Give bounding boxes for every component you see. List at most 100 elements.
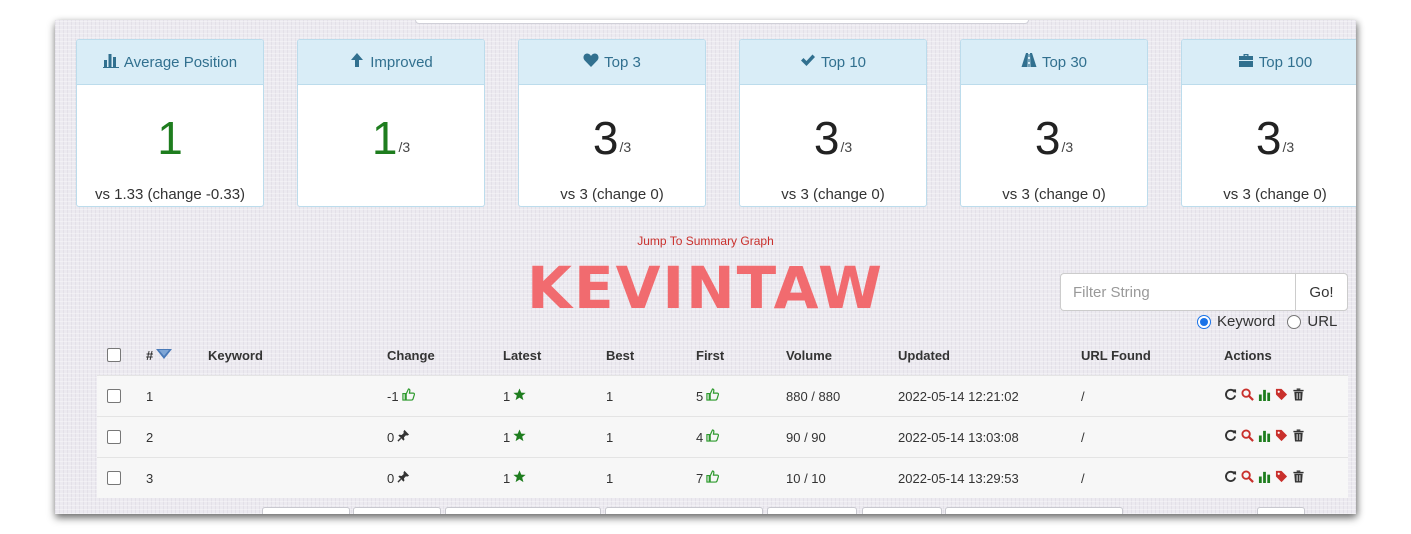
search-icon[interactable]	[1241, 429, 1254, 445]
refresh-icon[interactable]	[1224, 470, 1237, 486]
row-checkbox[interactable]	[107, 430, 121, 444]
card-improved: Improved 1 /3	[297, 39, 485, 207]
star-icon	[513, 470, 526, 486]
card-denominator: /3	[1061, 139, 1074, 155]
row-checkbox[interactable]	[107, 389, 121, 403]
stats-icon[interactable]	[1258, 470, 1271, 486]
bottom-control[interactable]	[767, 507, 857, 514]
trash-icon[interactable]	[1292, 429, 1305, 445]
card-value: 3	[1034, 112, 1061, 164]
pin-icon	[397, 470, 410, 486]
radio-unselected[interactable]	[1287, 314, 1302, 329]
radio-selected[interactable]	[1197, 314, 1211, 329]
card-title: Top 100	[1258, 53, 1313, 71]
briefcase-icon	[1238, 52, 1254, 72]
card-value: 1	[157, 112, 183, 164]
bottom-control[interactable]	[605, 507, 763, 514]
refresh-icon[interactable]	[1224, 388, 1237, 404]
filter-input[interactable]	[1060, 273, 1295, 311]
search-icon[interactable]	[1241, 470, 1254, 486]
row-best: 1	[606, 470, 614, 486]
table-row: 2 0 1 1 4 90 / 90 2022-05-14 13:03:08 /	[97, 416, 1348, 457]
tags-icon[interactable]	[1275, 388, 1288, 404]
stats-icon[interactable]	[1258, 429, 1271, 445]
card-footer: vs 3 (change 0)	[1223, 186, 1327, 203]
bottom-control[interactable]	[445, 507, 601, 514]
jump-to-summary-link[interactable]: Jump To Summary Graph	[55, 234, 1356, 248]
card-value: 3	[813, 112, 840, 164]
app-frame: Average Position 1 vs 1.33 (change -0.33…	[55, 20, 1356, 514]
card-denominator: /3	[1282, 139, 1295, 155]
row-volume: 880 / 880	[786, 388, 841, 404]
row-best: 1	[606, 429, 614, 445]
col-change: Change	[387, 347, 435, 363]
road-icon	[1021, 52, 1037, 72]
row-actions	[1224, 376, 1305, 416]
bottom-control[interactable]	[353, 507, 441, 514]
row-latest: 1	[503, 429, 511, 445]
filter-group: Go!	[1060, 273, 1348, 311]
search-icon[interactable]	[1241, 388, 1254, 404]
card-denominator: /3	[398, 139, 411, 155]
thumbs-up-icon	[706, 388, 720, 404]
bottom-control[interactable]	[262, 507, 350, 514]
row-url-found[interactable]: /	[1081, 458, 1085, 498]
radio-url[interactable]: URL	[1287, 313, 1337, 330]
card-value: 3	[592, 112, 619, 164]
radio-keyword[interactable]: Keyword	[1197, 313, 1275, 330]
row-change: -1	[387, 388, 399, 404]
col-url-found: URL Found	[1081, 347, 1151, 363]
top-input-strip	[415, 20, 1029, 24]
row-first: 4	[696, 429, 704, 445]
row-number: 2	[146, 429, 154, 445]
bottom-control[interactable]	[1257, 507, 1305, 514]
tags-icon[interactable]	[1275, 470, 1288, 486]
col-actions: Actions	[1224, 347, 1272, 363]
row-volume: 10 / 10	[786, 470, 826, 486]
bottom-control[interactable]	[862, 507, 942, 514]
sort-by-number[interactable]: #	[146, 335, 173, 375]
stats-icon[interactable]	[1258, 388, 1271, 404]
stat-cards: Average Position 1 vs 1.33 (change -0.33…	[76, 39, 1356, 209]
col-volume: Volume	[786, 347, 832, 363]
col-keyword: Keyword	[208, 347, 263, 363]
card-average-position: Average Position 1 vs 1.33 (change -0.33…	[76, 39, 264, 207]
refresh-icon[interactable]	[1224, 429, 1237, 445]
table-header: # Keyword Change Latest Best First Volum…	[97, 335, 1348, 375]
card-denominator: /3	[619, 139, 632, 155]
keyword-table: # Keyword Change Latest Best First Volum…	[97, 335, 1348, 498]
card-top-3: Top 3 3 /3 vs 3 (change 0)	[518, 39, 706, 207]
search-mode: Keyword URL	[1197, 313, 1337, 330]
card-top-10: Top 10 3 /3 vs 3 (change 0)	[739, 39, 927, 207]
row-url-found[interactable]: /	[1081, 417, 1085, 457]
trash-icon[interactable]	[1292, 470, 1305, 486]
pin-icon	[397, 429, 410, 445]
row-actions	[1224, 458, 1305, 498]
card-footer: vs 3 (change 0)	[560, 186, 664, 203]
row-best: 1	[606, 388, 614, 404]
row-updated: 2022-05-14 12:21:02	[898, 388, 1019, 404]
row-checkbox[interactable]	[107, 471, 121, 485]
card-top-100: Top 100 3 /3 vs 3 (change 0)	[1181, 39, 1356, 207]
table-row: 1 -1 1 1 5 880 / 880 2022-05-14 12:21:02…	[97, 375, 1348, 416]
bottom-control[interactable]	[945, 507, 1123, 514]
sort-desc-icon[interactable]	[156, 348, 173, 363]
thumbs-up-icon	[706, 429, 720, 445]
row-updated: 2022-05-14 13:29:53	[898, 470, 1019, 486]
row-url-found[interactable]: /	[1081, 376, 1085, 416]
card-value: 3	[1255, 112, 1282, 164]
card-title: Improved	[370, 53, 433, 71]
select-all-checkbox[interactable]	[107, 348, 121, 362]
trash-icon[interactable]	[1292, 388, 1305, 404]
card-footer: vs 3 (change 0)	[1002, 186, 1106, 203]
table-row: 3 0 1 1 7 10 / 10 2022-05-14 13:29:53 /	[97, 457, 1348, 498]
card-title: Top 3	[604, 53, 641, 71]
tags-icon[interactable]	[1275, 429, 1288, 445]
row-updated: 2022-05-14 13:03:08	[898, 429, 1019, 445]
col-best: Best	[606, 347, 635, 363]
bottom-controls	[97, 505, 1348, 514]
card-title: Average Position	[123, 53, 238, 71]
arrow-up-icon	[349, 52, 365, 72]
go-button[interactable]: Go!	[1295, 273, 1348, 311]
card-top-30: Top 30 3 /3 vs 3 (change 0)	[960, 39, 1148, 207]
